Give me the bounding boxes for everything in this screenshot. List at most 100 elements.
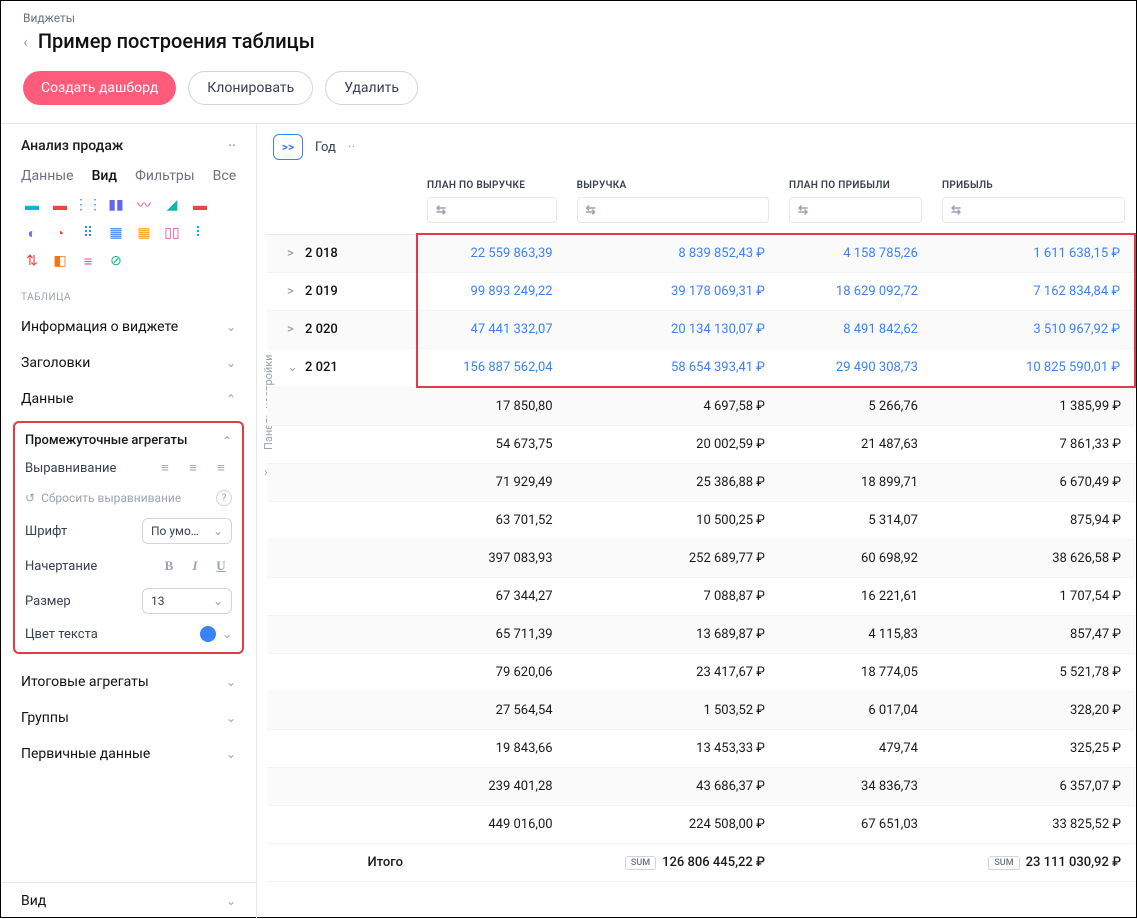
clone-button[interactable]: Клонировать xyxy=(188,71,313,105)
italic-icon[interactable]: I xyxy=(184,556,206,576)
year-label: Год xyxy=(315,140,336,155)
col-header[interactable]: План по прибыли⇆ xyxy=(779,168,932,234)
color-label: Цвет текста xyxy=(25,627,98,642)
year-row[interactable]: >2 01999 893 249,2239 178 069,31 ₽18 629… xyxy=(267,273,1135,311)
chart-icon[interactable]: ▬ xyxy=(189,194,211,216)
align-center-icon[interactable]: ≡ xyxy=(182,458,204,478)
acc-view-bottom[interactable]: Вид⌄ xyxy=(1,882,256,919)
col-header[interactable]: План по выручке⇆ xyxy=(417,168,567,234)
expand-icon[interactable]: > xyxy=(287,322,297,337)
detail-row: 397 083,93252 689,77 ₽60 698,9238 626,58… xyxy=(267,540,1135,578)
chevron-up-icon[interactable]: ⌃ xyxy=(222,434,232,448)
acc-data[interactable]: Данные⌃ xyxy=(1,381,256,417)
detail-row: 79 620,0623 417,67 ₽18 774,055 521,78 ₽ xyxy=(267,654,1135,692)
table-area: >> Год ·· План по выручке⇆ Выручка⇆ План… xyxy=(257,124,1136,919)
chevron-down-icon: ⌄ xyxy=(226,894,236,908)
chart-icon[interactable]: ▮▮ xyxy=(105,194,127,216)
detail-row: 54 673,7520 002,59 ₽21 487,637 861,33 ₽ xyxy=(267,426,1135,464)
acc-headers[interactable]: Заголовки⌄ xyxy=(1,345,256,381)
tab-data[interactable]: Данные xyxy=(21,168,74,184)
align-label: Выравнивание xyxy=(25,461,116,476)
total-row: Итого SUM126 806 445,22 ₽ SUM23 111 030,… xyxy=(267,844,1135,882)
chart-icon[interactable]: ⋮⋮ xyxy=(77,194,99,216)
sum-badge: SUM xyxy=(625,856,656,870)
breadcrumb[interactable]: Виджеты xyxy=(23,11,1114,25)
bold-icon[interactable]: B xyxy=(158,556,180,576)
chart-icon[interactable]: ▬ xyxy=(21,194,43,216)
chart-type-grid: ▬ ▬ ⋮⋮ ▮▮ 〰 ◢ ▬ ◐ ◔ ⠿ ▦ ▦ ▯▯ ⠇ ⇅ ◧ ≡ ⊘ xyxy=(1,194,256,284)
section-label: Таблица xyxy=(1,284,256,309)
data-table: План по выручке⇆ Выручка⇆ План по прибыл… xyxy=(267,168,1136,882)
size-select[interactable]: 13⌄ xyxy=(142,588,232,614)
expand-all-button[interactable]: >> xyxy=(273,134,303,160)
intermediate-aggregates-panel: Промежуточные агрегаты ⌃ Выравнивание ≡ ≡… xyxy=(13,421,244,654)
chevron-down-icon: ⌄ xyxy=(226,356,236,370)
style-label: Начертание xyxy=(25,559,97,574)
chevron-down-icon[interactable]: ⌄ xyxy=(222,627,232,641)
more-icon[interactable]: ·· xyxy=(228,138,236,154)
year-row[interactable]: >2 01822 559 863,398 839 852,43 ₽4 158 7… xyxy=(267,234,1135,273)
chart-icon[interactable]: ▦ xyxy=(105,222,127,244)
filter-input[interactable]: ⇆ xyxy=(427,197,557,223)
detail-row: 27 564,541 503,52 ₽6 017,04328,20 ₽ xyxy=(267,692,1135,730)
chart-icon[interactable]: ⇅ xyxy=(21,250,43,272)
detail-row: 17 850,804 697,58 ₽5 266,761 385,99 ₽ xyxy=(267,387,1135,426)
delete-button[interactable]: Удалить xyxy=(325,71,418,105)
chart-icon[interactable]: ◧ xyxy=(49,250,71,272)
chart-icon[interactable]: ≡ xyxy=(77,250,99,272)
filter-input[interactable]: ⇆ xyxy=(942,197,1125,223)
chart-icon[interactable]: ⊘ xyxy=(105,250,127,272)
chart-icon[interactable]: ◐ xyxy=(21,222,43,244)
color-swatch[interactable] xyxy=(200,626,216,642)
align-left-icon[interactable]: ≡ xyxy=(154,458,176,478)
expand-icon[interactable]: ⌄ xyxy=(287,360,297,375)
chart-icon[interactable]: ⠇ xyxy=(189,222,211,244)
panel-title: Промежуточные агрегаты xyxy=(25,433,187,448)
col-header[interactable]: Прибыль⇆ xyxy=(932,168,1135,234)
filter-input[interactable]: ⇆ xyxy=(789,197,922,223)
acc-widget-info[interactable]: Информация о виджете⌄ xyxy=(1,309,256,345)
chart-icon[interactable]: ▯▯ xyxy=(161,222,183,244)
back-chevron-icon[interactable]: ‹ xyxy=(23,32,28,51)
reset-align-label[interactable]: Сбросить выравнивание xyxy=(41,491,181,505)
help-icon[interactable]: ? xyxy=(216,490,232,506)
year-more-icon[interactable]: ·· xyxy=(348,139,355,155)
acc-primary[interactable]: Первичные данные⌄ xyxy=(1,736,256,772)
page-title: Пример построения таблицы xyxy=(38,29,315,53)
reset-icon[interactable]: ↺ xyxy=(25,491,35,505)
detail-row: 71 929,4925 386,88 ₽18 899,716 670,49 ₽ xyxy=(267,464,1135,502)
font-label: Шрифт xyxy=(25,524,67,539)
expand-icon[interactable]: > xyxy=(287,246,297,261)
filter-input[interactable]: ⇆ xyxy=(577,197,769,223)
chevron-down-icon: ⌄ xyxy=(226,711,236,725)
year-row[interactable]: >2 02047 441 332,0720 134 130,07 ₽8 491 … xyxy=(267,311,1135,349)
chart-icon[interactable]: ◢ xyxy=(161,194,183,216)
detail-row: 449 016,00224 508,00 ₽67 651,0333 825,52… xyxy=(267,806,1135,844)
acc-final-agg[interactable]: Итоговые агрегаты⌄ xyxy=(1,664,256,700)
chart-icon[interactable]: ◔ xyxy=(49,222,71,244)
detail-row: 67 344,277 088,87 ₽16 221,611 707,54 ₽ xyxy=(267,578,1135,616)
col-header[interactable]: Выручка⇆ xyxy=(567,168,779,234)
sum-badge: SUM xyxy=(988,856,1019,870)
chart-icon[interactable]: ⠿ xyxy=(77,222,99,244)
align-right-icon[interactable]: ≡ xyxy=(210,458,232,478)
acc-groups[interactable]: Группы⌄ xyxy=(1,700,256,736)
chevron-up-icon: ⌃ xyxy=(226,392,236,406)
tab-filters[interactable]: Фильтры xyxy=(135,168,195,184)
size-label: Размер xyxy=(25,594,71,609)
tab-all[interactable]: Все xyxy=(213,168,236,184)
chevron-down-icon: ⌄ xyxy=(226,675,236,689)
chevron-down-icon: ⌄ xyxy=(226,747,236,761)
chart-icon[interactable]: ▦ xyxy=(133,222,155,244)
expand-icon[interactable]: > xyxy=(287,284,297,299)
year-row[interactable]: ⌄2 021156 887 562,0458 654 393,41 ₽29 49… xyxy=(267,349,1135,388)
widget-name: Анализ продаж xyxy=(21,138,123,154)
font-select[interactable]: По умо…⌄ xyxy=(142,518,232,544)
chart-icon[interactable]: ▬ xyxy=(49,194,71,216)
create-dashboard-button[interactable]: Создать дашборд xyxy=(23,71,176,105)
chart-icon[interactable]: 〰 xyxy=(133,194,155,216)
tab-view[interactable]: Вид xyxy=(92,168,118,184)
underline-icon[interactable]: U xyxy=(210,556,232,576)
detail-row: 63 701,5210 500,25 ₽5 314,07875,94 ₽ xyxy=(267,502,1135,540)
sidebar: Анализ продаж ·· Данные Вид Фильтры Все … xyxy=(1,124,257,919)
